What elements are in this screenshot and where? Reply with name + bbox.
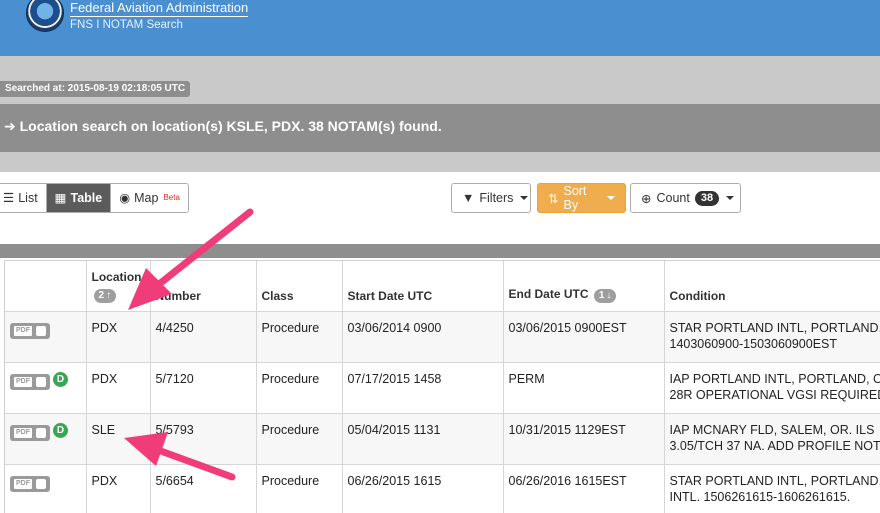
globe-icon: ◉ <box>119 191 131 205</box>
table-view-button[interactable]: ▦ Table <box>46 184 112 212</box>
filter-icon: ▼ <box>462 191 475 205</box>
arrow-down-icon: ↓ <box>606 289 612 301</box>
searched-at-label: Searched at: 2015-08-19 02:18:05 UTC <box>0 81 191 97</box>
faa-seal-logo[interactable] <box>26 0 64 32</box>
list-view-button[interactable]: ☰ List <box>0 184 47 212</box>
start-date-cell: 03/06/2014 0900 <box>342 311 504 363</box>
class-cell: Procedure <box>256 362 343 414</box>
count-button[interactable]: ⊕ Count 38 <box>630 183 741 213</box>
class-cell: Procedure <box>256 464 343 513</box>
spacer-band <box>0 152 880 172</box>
notam-table: Location 2 ↑ Number Class Start Date UTC … <box>5 261 880 513</box>
location-cell: SLE <box>86 413 151 465</box>
pdf-icon: PDF <box>14 376 32 387</box>
end-date-cell: 10/31/2015 1129EST <box>503 413 665 465</box>
start-date-cell: 06/26/2015 1615 <box>342 464 504 513</box>
pdf-icon: PDF <box>14 478 32 489</box>
row-checkbox[interactable] <box>36 376 46 387</box>
row-actions-cell: PDF <box>5 464 87 513</box>
class-cell: Procedure <box>256 413 343 465</box>
arrow-right-icon: ➜ <box>4 118 16 134</box>
start-date-cell: 07/17/2015 1458 <box>342 362 504 414</box>
location-cell: PDX <box>86 464 151 513</box>
filters-button[interactable]: ▼ Filters <box>451 183 531 213</box>
row-actions-cell: PDF <box>5 311 87 363</box>
table-row[interactable]: PDF PDX 4/4250 Procedure 03/06/2014 0900… <box>5 311 880 363</box>
chevron-down-icon <box>726 196 735 200</box>
location-cell: PDX <box>86 311 151 363</box>
pdf-icon: PDF <box>14 427 32 438</box>
start-date-cell: 05/04/2015 1131 <box>342 413 504 465</box>
map-view-button[interactable]: ◉ Map Beta <box>111 184 188 212</box>
result-message: ➜ Location search on location(s) KSLE, P… <box>4 117 442 135</box>
pdf-select-group[interactable]: PDF <box>10 373 50 390</box>
table-row[interactable]: PDF D PDX 5/7120 Procedure 07/17/2015 145… <box>5 362 880 414</box>
d-status-badge: D <box>53 422 68 438</box>
result-message-text: Location search on location(s) KSLE, PDX… <box>19 118 442 134</box>
sort-by-button[interactable]: ⇅ Sort By <box>537 183 626 213</box>
location-sort-badge: 2 ↑ <box>93 288 117 303</box>
condition-column-header[interactable]: Condition <box>664 261 880 312</box>
sort-icon: ⇅ <box>548 191 559 206</box>
condition-cell: IAP PORTLAND INTL, PORTLAND, OR. 28R OPER… <box>664 362 880 414</box>
end-date-column-header[interactable]: End Date UTC 1 ↓ <box>503 261 665 312</box>
number-cell: 5/6654 <box>150 464 257 513</box>
row-checkbox[interactable] <box>36 427 46 438</box>
table-top-band <box>0 244 880 258</box>
condition-cell: STAR PORTLAND INTL, PORTLAND, OR.INTL. 1… <box>664 464 880 513</box>
table-header-row: Location 2 ↑ Number Class Start Date UTC … <box>5 261 880 312</box>
number-cell: 5/5793 <box>150 413 257 465</box>
location-cell: PDX <box>86 362 151 414</box>
arrow-up-icon: ↑ <box>106 289 112 301</box>
app-header: Federal Aviation Administration FNS I NO… <box>0 0 880 56</box>
row-actions-cell: PDF D <box>5 362 87 414</box>
table-icon: ▦ <box>54 191 67 205</box>
row-checkbox[interactable] <box>36 325 46 336</box>
row-checkbox[interactable] <box>36 478 46 489</box>
view-toggle-group: ☰ List ▦ Table ◉ Map Beta <box>0 183 189 213</box>
class-cell: Procedure <box>256 311 343 363</box>
table-row[interactable]: PDF PDX 5/6654 Procedure 06/26/2015 1615… <box>5 464 880 513</box>
d-status-badge: D <box>53 371 68 387</box>
plus-circle-icon: ⊕ <box>641 191 652 206</box>
location-column-header[interactable]: Location 2 ↑ <box>86 261 151 312</box>
list-icon: ☰ <box>3 191 15 205</box>
number-cell: 5/7120 <box>150 362 257 414</box>
row-actions-cell: PDF D <box>5 413 87 465</box>
chevron-down-icon <box>607 196 615 200</box>
end-date-sort-badge: 1 ↓ <box>593 288 617 303</box>
chevron-down-icon <box>520 196 529 200</box>
select-column-header <box>5 261 87 312</box>
notam-table-container[interactable]: Location 2 ↑ Number Class Start Date UTC … <box>4 260 880 513</box>
class-column-header[interactable]: Class <box>256 261 343 312</box>
condition-cell: STAR PORTLAND INTL, PORTLAND, OR.1403060… <box>664 311 880 363</box>
pdf-select-group[interactable]: PDF <box>10 322 50 339</box>
table-row[interactable]: PDF D SLE 5/5793 Procedure 05/04/2015 113… <box>5 413 880 465</box>
beta-label: Beta <box>163 193 180 202</box>
end-date-cell: 03/06/2015 0900EST <box>503 311 665 363</box>
end-date-cell: 06/26/2016 1615EST <box>503 464 665 513</box>
count-badge: 38 <box>694 190 720 206</box>
end-date-cell: PERM <box>503 362 665 414</box>
pdf-select-group[interactable]: PDF <box>10 424 50 441</box>
condition-cell: IAP MCNARY FLD, SALEM, OR. ILS 3.05/TCH 3… <box>664 413 880 465</box>
pdf-select-group[interactable]: PDF <box>10 475 50 492</box>
pdf-icon: PDF <box>14 325 32 336</box>
number-column-header[interactable]: Number <box>150 261 257 312</box>
app-subtitle: FNS I NOTAM Search <box>70 19 183 31</box>
number-cell: 4/4250 <box>150 311 257 363</box>
start-date-column-header[interactable]: Start Date UTC <box>342 261 504 312</box>
agency-name[interactable]: Federal Aviation Administration <box>70 1 249 17</box>
